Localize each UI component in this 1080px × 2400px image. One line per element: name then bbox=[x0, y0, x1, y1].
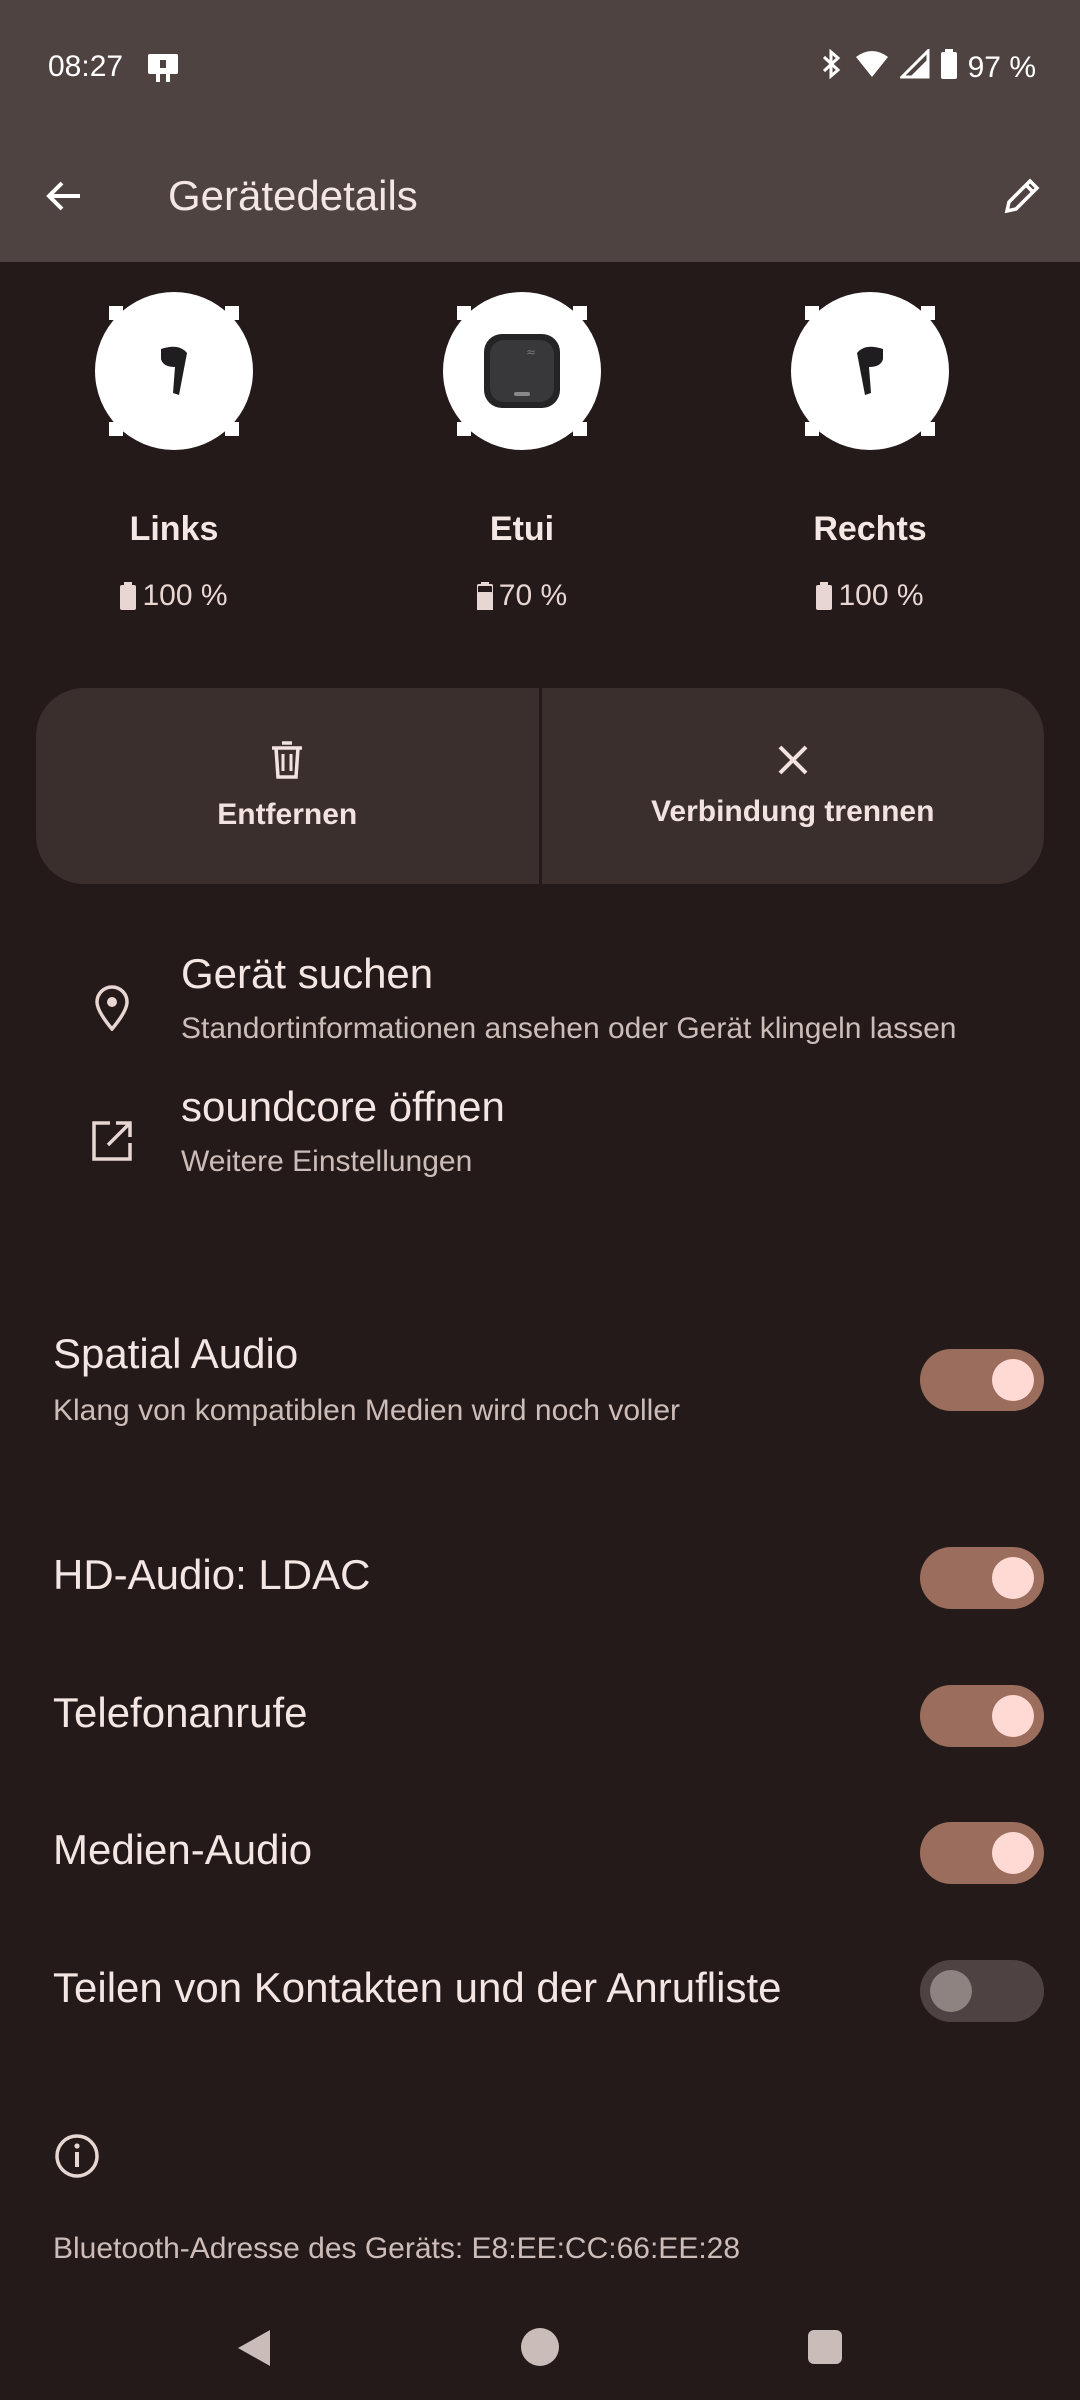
open-app-subtitle: Weitere Einstellungen bbox=[181, 1145, 473, 1178]
hd-audio-toggle[interactable] bbox=[920, 1547, 1044, 1609]
navigation-bar bbox=[0, 2300, 1080, 2400]
device-battery: 100 % bbox=[770, 579, 970, 613]
remove-button[interactable]: Entfernen bbox=[36, 688, 539, 884]
disconnect-button[interactable]: Verbindung trennen bbox=[542, 688, 1045, 884]
remove-label: Entfernen bbox=[217, 798, 358, 831]
device-battery: 100 % bbox=[74, 579, 274, 613]
phone-calls-toggle[interactable] bbox=[920, 1685, 1044, 1747]
svg-text:≈: ≈ bbox=[526, 345, 536, 359]
info-icon bbox=[53, 2132, 101, 2185]
spatial-audio-toggle[interactable] bbox=[920, 1349, 1044, 1411]
setting-media-audio[interactable]: Medien-Audio bbox=[0, 1822, 1080, 1884]
device-left: Links 100 % bbox=[74, 292, 274, 613]
battery-percent: 97 % bbox=[967, 51, 1036, 84]
find-device-title: Gerät suchen bbox=[181, 950, 434, 997]
device-battery: 70 % bbox=[422, 579, 622, 613]
find-device-row[interactable]: Gerät suchen Standortinformationen anseh… bbox=[0, 950, 1080, 1070]
setting-title: Spatial Audio bbox=[53, 1330, 299, 1377]
media-audio-toggle[interactable] bbox=[920, 1822, 1044, 1884]
nav-home-button[interactable] bbox=[521, 2328, 559, 2366]
charging-case-icon: ≈ bbox=[484, 334, 560, 408]
open-app-title: soundcore öffnen bbox=[181, 1083, 505, 1130]
cell-signal-icon bbox=[897, 47, 930, 87]
wifi-icon bbox=[854, 49, 890, 87]
battery-icon bbox=[120, 582, 137, 610]
right-earbud-image bbox=[791, 292, 949, 450]
page-title: Gerätedetails bbox=[168, 172, 418, 219]
case-image: ≈ bbox=[443, 292, 601, 450]
setting-contact-sharing[interactable]: Teilen von Kontakten und der Anrufliste bbox=[0, 1960, 1080, 2022]
setting-subtitle: Klang von kompatiblen Medien wird noch v… bbox=[53, 1394, 681, 1427]
toggle-knob bbox=[992, 1832, 1034, 1874]
toggle-knob bbox=[930, 1970, 972, 2012]
contact-sharing-toggle[interactable] bbox=[920, 1960, 1044, 2022]
setting-spatial-audio[interactable]: Spatial Audio Klang von kompatiblen Medi… bbox=[0, 1330, 1080, 1450]
status-time: 08:27 bbox=[48, 50, 124, 83]
device-case: ≈ Etui 70 % bbox=[422, 292, 622, 613]
device-name: Rechts bbox=[813, 510, 927, 548]
battery-level: 100 % bbox=[142, 579, 228, 612]
disconnect-label: Verbindung trennen bbox=[651, 795, 935, 828]
open-app-row[interactable]: soundcore öffnen Weitere Einstellungen bbox=[0, 1083, 1080, 1203]
setting-title: Teilen von Kontakten und der Anrufliste bbox=[53, 1964, 782, 2011]
setting-phone-calls[interactable]: Telefonanrufe bbox=[0, 1685, 1080, 1747]
toggle-knob bbox=[992, 1557, 1034, 1599]
close-icon bbox=[778, 745, 808, 775]
battery-icon bbox=[940, 49, 958, 87]
toggle-knob bbox=[992, 1359, 1034, 1401]
open-external-icon bbox=[84, 1113, 140, 1169]
device-name: Links bbox=[129, 510, 219, 548]
right-earbud-icon bbox=[857, 346, 883, 395]
nav-recents-button[interactable] bbox=[808, 2330, 842, 2364]
battery-level: 100 % bbox=[838, 579, 924, 612]
status-icons: 97 % bbox=[820, 47, 1036, 88]
battery-icon bbox=[476, 582, 493, 610]
left-earbud-icon bbox=[161, 346, 187, 395]
bluetooth-address: Bluetooth-Adresse des Geräts: E8:EE:CC:6… bbox=[53, 2232, 741, 2265]
battery-level: 70 % bbox=[498, 579, 568, 612]
back-button[interactable] bbox=[36, 168, 92, 224]
device-name: Etui bbox=[489, 510, 555, 548]
find-device-subtitle: Standortinformationen ansehen oder Gerät… bbox=[181, 1012, 957, 1045]
left-earbud-image bbox=[95, 292, 253, 450]
device-right: Rechts 100 % bbox=[770, 292, 970, 613]
toggle-knob bbox=[992, 1695, 1034, 1737]
setting-title: Telefonanrufe bbox=[53, 1689, 308, 1736]
setting-hd-audio[interactable]: HD-Audio: LDAC bbox=[0, 1547, 1080, 1609]
triangle-back-icon bbox=[238, 2330, 270, 2366]
arrow-back-icon bbox=[46, 181, 80, 211]
screen-cast-icon bbox=[146, 52, 180, 87]
edit-button[interactable] bbox=[994, 168, 1050, 224]
setting-title: HD-Audio: LDAC bbox=[53, 1551, 371, 1598]
bluetooth-icon bbox=[820, 48, 844, 88]
battery-icon bbox=[816, 582, 833, 610]
action-buttons: Entfernen Verbindung trennen bbox=[36, 688, 1044, 884]
setting-title: Medien-Audio bbox=[53, 1826, 313, 1873]
top-bar: 08:27 97 % Gerätedetails bbox=[0, 0, 1080, 262]
trash-icon bbox=[272, 741, 303, 779]
status-bar: 08:27 97 % bbox=[0, 0, 1080, 140]
location-pin-icon bbox=[84, 980, 140, 1036]
nav-back-button[interactable] bbox=[236, 2328, 272, 2373]
pencil-icon bbox=[1004, 178, 1040, 214]
